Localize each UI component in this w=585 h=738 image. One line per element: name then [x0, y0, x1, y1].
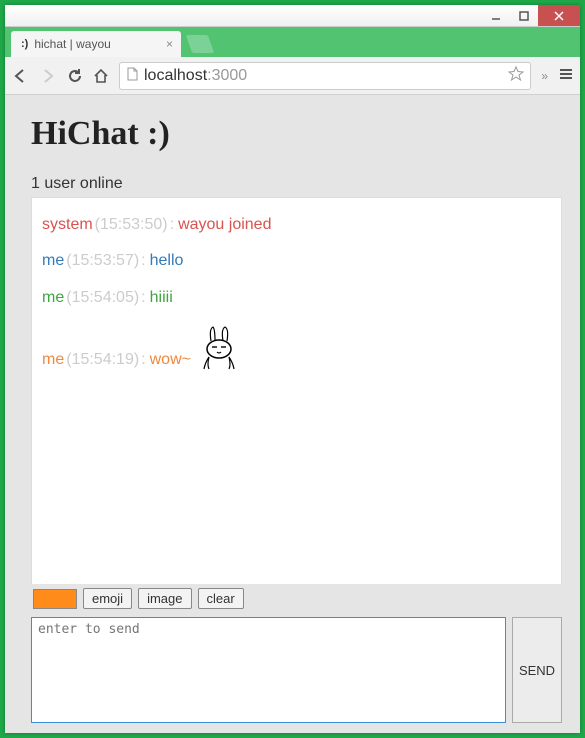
tab-title: hichat | wayou — [34, 37, 111, 51]
message-time: (15:54:19) — [66, 349, 139, 371]
bunny-emoji-icon — [195, 323, 243, 371]
tab-favicon: :) — [21, 38, 28, 50]
page-icon — [126, 67, 138, 84]
message-input[interactable] — [31, 617, 506, 723]
address-bar: localhost:3000 » — [5, 57, 580, 95]
user-count: 1 user online — [31, 175, 562, 193]
back-icon[interactable] — [11, 67, 29, 85]
message-time: (15:53:57) — [66, 250, 139, 272]
reload-icon[interactable] — [67, 68, 83, 84]
url-input[interactable]: localhost:3000 — [119, 62, 531, 90]
tab-close-icon[interactable]: × — [166, 37, 173, 51]
new-tab-button[interactable] — [186, 35, 215, 53]
clear-button[interactable]: clear — [198, 588, 244, 609]
message-sender: me — [42, 250, 64, 272]
browser-window: :) hichat | wayou × localhost:3000 » — [5, 5, 580, 733]
message-sender: me — [42, 349, 64, 371]
chat-message: me (15:54:19):wow~ — [42, 323, 551, 371]
maximize-button[interactable] — [510, 5, 538, 26]
message-time: (15:54:05) — [66, 287, 139, 309]
menu-icon[interactable] — [558, 66, 574, 85]
input-row: SEND — [31, 617, 562, 723]
message-time: (15:53:50) — [95, 214, 168, 236]
message-sender: system — [42, 214, 93, 236]
message-text: wayou joined — [178, 214, 271, 236]
chat-message: me (15:53:57):hello — [42, 250, 551, 272]
page-content: HiChat :) 1 user online system (15:53:50… — [5, 95, 580, 733]
close-button[interactable] — [538, 5, 580, 26]
send-button[interactable]: SEND — [512, 617, 562, 723]
message-text: hello — [150, 250, 184, 272]
message-text: hiiii — [150, 287, 173, 309]
image-button[interactable]: image — [138, 588, 191, 609]
chat-message: system (15:53:50):wayou joined — [42, 214, 551, 236]
forward-icon[interactable] — [39, 67, 57, 85]
emoji-button[interactable]: emoji — [83, 588, 132, 609]
chat-toolbar: emoji image clear — [31, 584, 562, 613]
browser-tab[interactable]: :) hichat | wayou × — [11, 31, 181, 57]
message-sender: me — [42, 287, 64, 309]
url-host: localhost — [144, 67, 207, 85]
chat-history[interactable]: system (15:53:50):wayou joined me (15:53:… — [31, 197, 562, 584]
overflow-icon[interactable]: » — [541, 69, 548, 83]
minimize-button[interactable] — [482, 5, 510, 26]
chat-message: me (15:54:05):hiiii — [42, 287, 551, 309]
color-picker[interactable] — [33, 589, 77, 609]
bookmark-star-icon[interactable] — [508, 65, 524, 86]
window-titlebar — [5, 5, 580, 27]
home-icon[interactable] — [93, 68, 109, 84]
message-text: wow~ — [150, 349, 191, 371]
tabstrip: :) hichat | wayou × — [5, 27, 580, 57]
page-title: HiChat :) — [31, 115, 562, 153]
url-port: :3000 — [207, 67, 247, 85]
